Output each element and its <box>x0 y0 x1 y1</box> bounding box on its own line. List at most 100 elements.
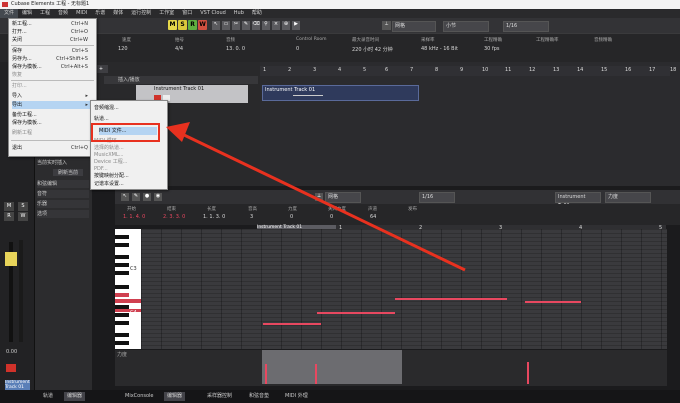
menu-help[interactable]: 帮助 <box>248 9 266 18</box>
editor-velocity-select[interactable]: 力度 <box>605 192 651 203</box>
menu-item-audio-mixdown[interactable]: 音频缩混... <box>94 104 176 112</box>
tab-mixconsole[interactable]: MixConsole <box>122 392 157 401</box>
menu-item-save-template[interactable]: 保存为模板... Ctrl+Alt+S <box>12 63 94 71</box>
menu-file[interactable]: 文件 <box>0 9 19 18</box>
record-midi-icon[interactable]: ● <box>143 193 151 201</box>
menu-item-open[interactable]: 打开... Ctrl+O <box>12 28 94 36</box>
inspector-section-options[interactable]: 选项 <box>37 210 89 218</box>
write-button[interactable]: W <box>198 20 207 30</box>
black-key[interactable] <box>115 313 129 317</box>
bar-number: 2 <box>288 67 292 73</box>
black-key[interactable] <box>115 243 129 247</box>
midi-part[interactable]: Instrument Track 01 <box>262 85 419 101</box>
midi-note[interactable] <box>263 323 321 325</box>
velocity-lane[interactable]: 力度 <box>115 350 667 386</box>
strip-read-button[interactable]: R <box>4 212 14 221</box>
black-key[interactable] <box>115 255 129 259</box>
snap-mode-select[interactable]: 网格 <box>392 21 436 32</box>
start-value[interactable]: 1. 1. 4. 0 <box>123 214 145 220</box>
inspector-section-instrument[interactable]: 乐器 <box>37 200 89 208</box>
volume-fader-handle[interactable] <box>5 252 17 266</box>
menu-item-close[interactable]: 关闭 Ctrl+W <box>12 36 94 44</box>
menu-item-save-as-template[interactable]: 保存为模板... <box>12 119 94 127</box>
draw-icon[interactable]: ✎ <box>132 193 140 201</box>
erase-tool-icon[interactable]: ⌫ <box>252 21 260 30</box>
tab-midi-processing[interactable]: MIDI 外理 <box>282 392 311 401</box>
mute-button[interactable]: M <box>168 20 177 30</box>
menu-edit[interactable]: 编辑 <box>18 9 36 18</box>
grid-select[interactable]: 小节 <box>443 21 489 32</box>
midi-note[interactable] <box>395 298 507 300</box>
strip-write-button[interactable]: W <box>18 212 28 221</box>
velocity-bar[interactable] <box>265 364 267 384</box>
tab-tracks[interactable]: 轨道 <box>40 392 56 401</box>
menu-hub[interactable]: Hub <box>230 9 248 18</box>
part-name: Instrument Track 01 <box>265 87 316 93</box>
inspector-section-chord[interactable]: 和弦编辑 <box>37 180 89 188</box>
menu-item-save-as[interactable]: 另存为... Ctrl+Shift+S <box>12 55 94 63</box>
zoom-tool-icon[interactable]: ⚲ <box>262 21 270 30</box>
range-tool-icon[interactable]: ▭ <box>222 21 230 30</box>
tempo-value[interactable]: 120 <box>118 46 128 52</box>
inspector-section[interactable]: 当前实时插入 <box>37 159 87 166</box>
menu-item-backup-project[interactable]: 备份工程... <box>12 111 94 119</box>
pointer-icon[interactable]: ↖ <box>121 193 129 201</box>
editor-instrument-select[interactable]: Instrument Tr.01 <box>555 192 601 209</box>
black-key[interactable] <box>115 341 129 345</box>
white-key-active[interactable] <box>115 299 141 303</box>
menu-item-export[interactable]: 导出 ▸ <box>12 101 94 109</box>
solo-button[interactable]: S <box>178 20 187 30</box>
record-enable-button[interactable] <box>6 364 16 372</box>
tab-chord-pads[interactable]: 和弦音垫 <box>246 392 272 401</box>
snap-icon[interactable]: ⟂ <box>382 21 391 30</box>
pointer-tool-icon[interactable]: ↖ <box>212 21 220 30</box>
menu-transport[interactable]: 运行控制 <box>127 9 155 18</box>
read-button[interactable]: R <box>188 20 197 30</box>
play-tool-icon[interactable]: ▶ <box>292 21 300 30</box>
quantize-select[interactable]: 1/16 <box>503 21 549 32</box>
menu-midi[interactable]: MIDI <box>72 9 91 18</box>
white-key-active[interactable] <box>115 309 141 312</box>
tab-sampler-control[interactable]: 采样器控制 <box>204 392 235 401</box>
velocity-bar[interactable] <box>315 364 317 384</box>
folder-track[interactable]: 插入/播放 <box>104 76 258 84</box>
velocity-bar[interactable] <box>527 362 529 384</box>
menu-item-new-project[interactable]: 新工程... Ctrl+N <box>12 20 94 28</box>
black-key[interactable] <box>115 333 129 337</box>
black-key[interactable] <box>115 235 129 239</box>
tab-editor-lower[interactable]: 编辑器 <box>164 392 186 401</box>
menu-window[interactable]: 窗口 <box>178 9 196 18</box>
draw-tool-icon[interactable]: ✎ <box>242 21 250 30</box>
menu-studio[interactable]: 工作室 <box>155 9 178 18</box>
glue-tool-icon[interactable]: ⊕ <box>282 21 290 30</box>
menu-item-import[interactable]: 导入 ▸ <box>12 92 94 100</box>
midi-note[interactable] <box>317 312 395 314</box>
track-name[interactable]: Instrument Track 01 <box>154 86 204 92</box>
refresh-button[interactable]: 刷新当前 <box>53 169 83 176</box>
strip-mute-button[interactable]: M <box>4 202 14 211</box>
info-label: 采样率 <box>421 38 435 43</box>
strip-solo-button[interactable]: S <box>18 202 28 211</box>
midi-note[interactable] <box>525 301 581 303</box>
split-tool-icon[interactable]: ✂ <box>232 21 240 30</box>
menu-project[interactable]: 工程 <box>36 9 54 18</box>
project-ruler[interactable]: 1 2 3 4 5 6 7 8 9 10 11 12 13 14 15 16 1… <box>260 66 676 76</box>
black-key[interactable] <box>115 271 129 275</box>
black-key[interactable] <box>115 321 129 325</box>
bar-number: 14 <box>577 67 584 73</box>
inspector-section-notes[interactable]: 音符 <box>37 190 89 198</box>
tab-editor[interactable]: 编辑器 <box>64 392 86 401</box>
black-key-active[interactable] <box>115 293 129 297</box>
position-value[interactable]: 13. 0. 0 <box>226 46 245 52</box>
menu-score[interactable]: 乐谱 <box>91 9 109 18</box>
black-key[interactable] <box>115 285 129 289</box>
black-key[interactable] <box>115 263 129 267</box>
piano-keyboard[interactable]: C3 C4 <box>115 229 141 349</box>
menu-item-quit[interactable]: 退出 Ctrl+Q <box>12 144 94 152</box>
signature-value[interactable]: 4/4 <box>175 46 183 52</box>
menu-media[interactable]: 媒体 <box>109 9 127 18</box>
mute-tool-icon[interactable]: × <box>272 21 280 30</box>
menu-item-save[interactable]: 保存 Ctrl+S <box>12 47 94 55</box>
menu-audio[interactable]: 音频 <box>54 9 72 18</box>
menu-vstcloud[interactable]: VST Cloud <box>196 9 230 18</box>
